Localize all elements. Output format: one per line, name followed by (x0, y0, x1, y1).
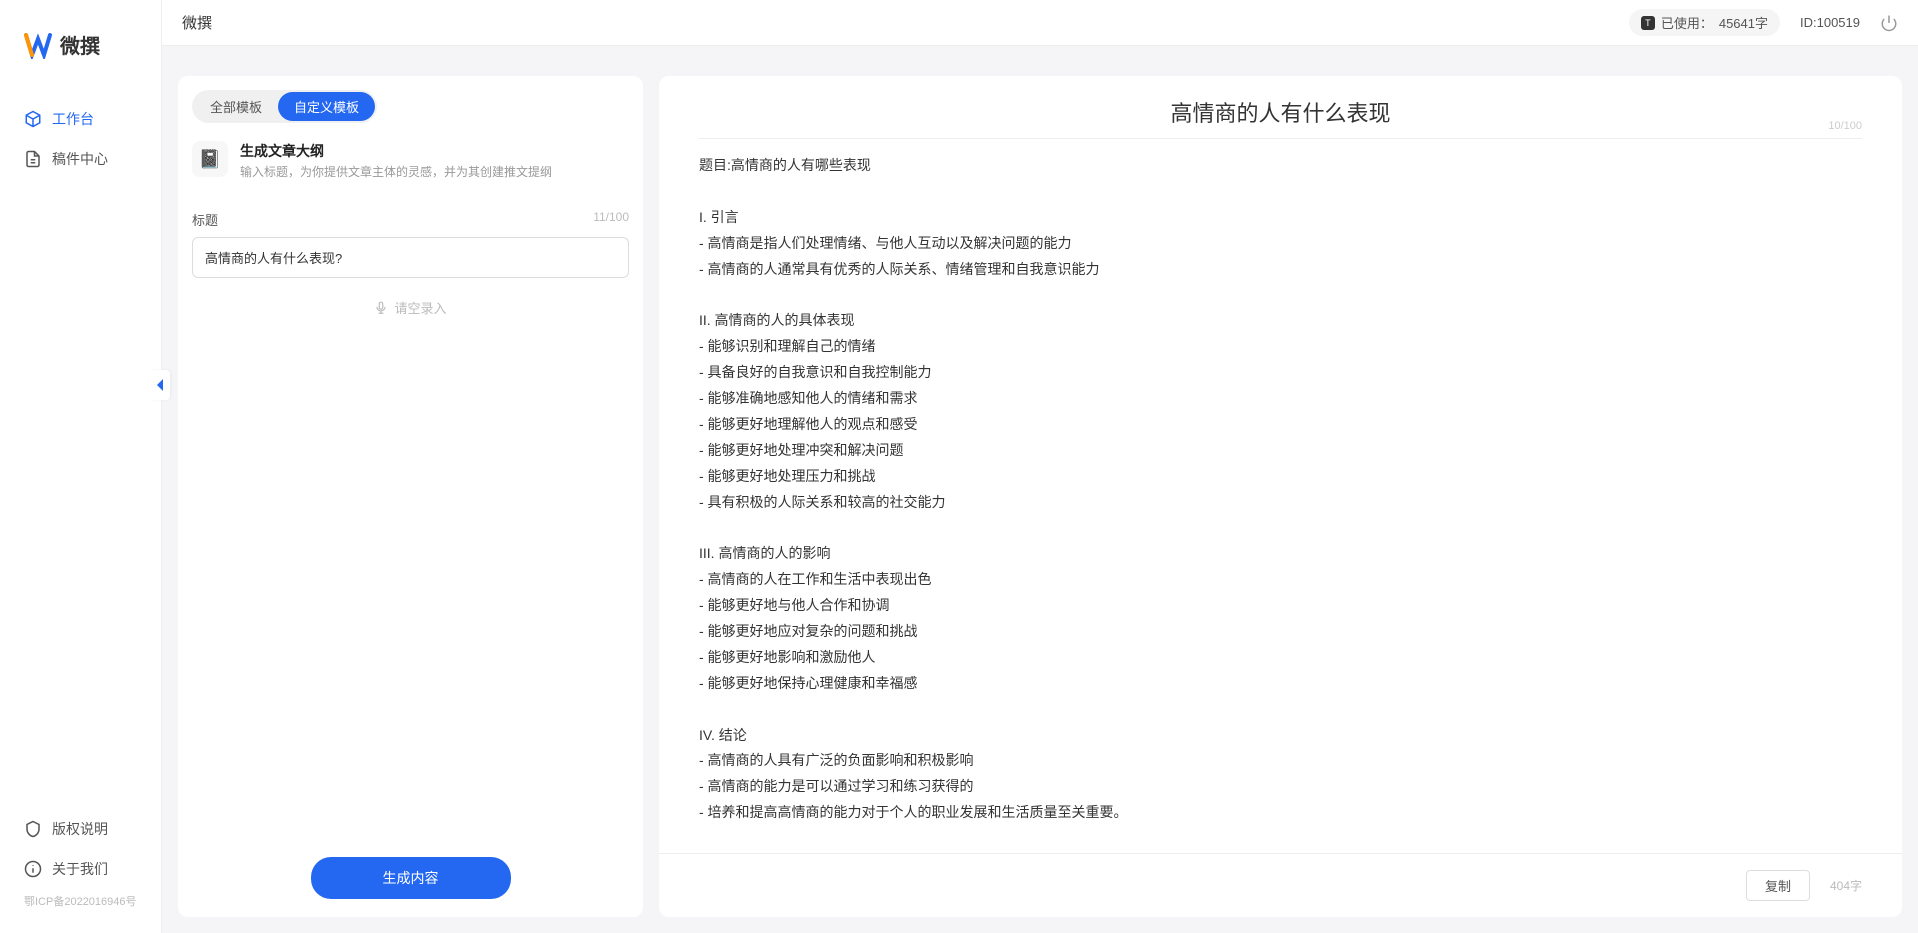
result-body[interactable]: 题目:高情商的人有哪些表现 I. 引言 - 高情商是指人们处理情绪、与他人互动以… (659, 139, 1902, 853)
result-head-count: 10/100 (1828, 120, 1862, 132)
usage-prefix: 已使用： (1661, 13, 1713, 32)
template-icon: 📓 (192, 141, 228, 177)
nav-label: 版权说明 (52, 819, 108, 839)
chevron-left-icon (155, 378, 165, 392)
topbar: 微撰 T 已使用： 45641字 ID:100519 (162, 0, 1918, 46)
left-panel: 全部模板 自定义模板 📓 生成文章大纲 输入标题，为你提供文章主体的灵感，并为其… (178, 76, 643, 917)
nav-label: 稿件中心 (52, 149, 108, 169)
nav-item-workspace[interactable]: 工作台 (0, 99, 161, 139)
nav-item-docs[interactable]: 稿件中心 (0, 139, 161, 179)
nav-item-about[interactable]: 关于我们 (0, 849, 161, 889)
logo-text: 微撰 (60, 30, 100, 59)
sidebar-footer: 版权说明 关于我们 鄂ICP备2022016946号 (0, 799, 161, 933)
nav-label: 工作台 (52, 109, 94, 129)
sidebar-collapse-button[interactable] (150, 370, 170, 400)
shield-icon (24, 820, 42, 838)
document-icon (24, 150, 42, 168)
text-icon: T (1641, 16, 1655, 30)
right-panel: 高情商的人有什么表现 10/100 题目:高情商的人有哪些表现 I. 引言 - … (659, 76, 1902, 917)
page-title: 微撰 (182, 12, 212, 33)
copy-button[interactable]: 复制 (1746, 870, 1810, 901)
template-tabs: 全部模板 自定义模板 (192, 90, 377, 123)
tab-custom-templates[interactable]: 自定义模板 (278, 92, 375, 121)
microphone-icon (374, 301, 388, 315)
field-label: 标题 (192, 210, 218, 229)
user-id: ID:100519 (1800, 15, 1860, 30)
generate-button[interactable]: 生成内容 (311, 857, 511, 899)
template-title: 生成文章大纲 (240, 141, 552, 161)
result-title: 高情商的人有什么表现 (699, 96, 1862, 128)
title-input[interactable]: 高情商的人有什么表现? (192, 237, 629, 278)
voice-label: 请空录入 (394, 298, 446, 317)
sidebar: 微撰 工作台 稿件中心 版权说明 关于我们 鄂ICP备2022016946号 (0, 0, 162, 933)
usage-indicator[interactable]: T 已使用： 45641字 (1629, 9, 1780, 36)
template-sub: 输入标题，为你提供文章主体的灵感，并为其创建推文提纲 (240, 163, 552, 180)
info-icon (24, 860, 42, 878)
word-count: 404字 (1830, 877, 1862, 894)
usage-value: 45641字 (1719, 13, 1768, 32)
nav-item-copyright[interactable]: 版权说明 (0, 809, 161, 849)
power-icon[interactable] (1880, 14, 1898, 32)
voice-input-button[interactable]: 请空录入 (192, 286, 629, 329)
tab-all-templates[interactable]: 全部模板 (194, 92, 278, 121)
nav-label: 关于我们 (52, 859, 108, 879)
cube-icon (24, 110, 42, 128)
nav-menu: 工作台 稿件中心 (0, 79, 161, 799)
field-count: 11/100 (593, 210, 629, 229)
logo-icon (24, 31, 52, 59)
icp-link[interactable]: 鄂ICP备2022016946号 (0, 889, 161, 913)
template-card: 📓 生成文章大纲 输入标题，为你提供文章主体的灵感，并为其创建推文提纲 (178, 123, 643, 198)
logo: 微撰 (0, 0, 161, 79)
